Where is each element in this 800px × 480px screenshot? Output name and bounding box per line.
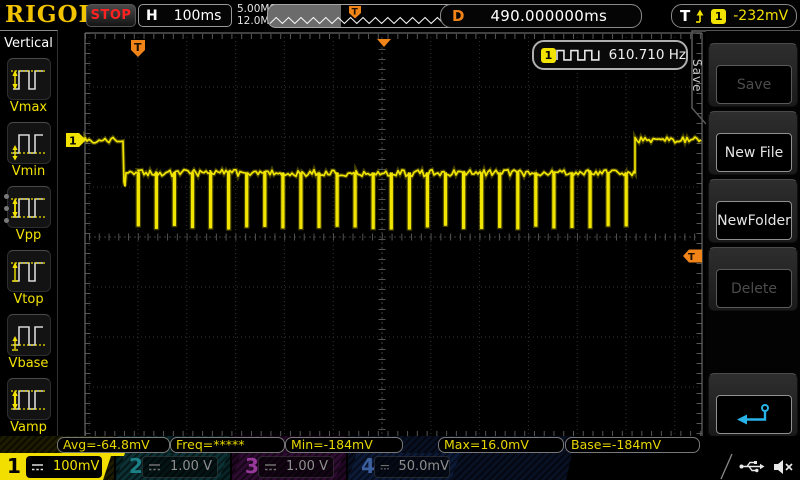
delay-center-marker — [377, 39, 391, 47]
sidebar-item-vpp[interactable]: Vpp — [7, 186, 51, 243]
usb-icon — [739, 459, 765, 474]
frequency-counter: 1 610.710 Hz — [532, 40, 688, 70]
channel-3-scale: 1.00 V — [286, 459, 328, 474]
channel-1-scale: 100mV — [53, 459, 99, 474]
dc-coupling-icon — [148, 462, 162, 472]
sidebar-title: Vertical — [0, 36, 57, 51]
sidebar-item-label: Vamp — [7, 420, 51, 435]
run-state-label: STOP — [91, 8, 132, 23]
run-state-indicator: STOP — [86, 4, 136, 27]
sidebar-item-vmax[interactable]: Vmax — [7, 58, 51, 115]
timebase-value: 100ms — [174, 8, 222, 24]
sidebar-item-vmin[interactable]: Vmin — [7, 122, 51, 179]
scope-display: 1TT — [58, 30, 705, 452]
top-status-bar: RIGOL STOP H 100ms 5.00MSa/s 12.0M pts T… — [0, 0, 800, 31]
sidebar-item-vamp[interactable]: Vamp — [7, 378, 51, 435]
menu-slot: New File — [708, 111, 798, 175]
scope-graticule-and-trace: 1TT — [58, 30, 705, 452]
svg-text:T: T — [352, 8, 359, 18]
trigger-label: T — [680, 7, 690, 25]
return-arrow-icon — [736, 402, 772, 428]
softkey-menu: Save New File NewFolder Delete — [706, 30, 800, 453]
channel-2-setting-box: 1.00 V — [142, 456, 218, 478]
bottom-status-area: Avg=-64.8mV Freq=***** Min=-184mV Max=16… — [0, 436, 800, 480]
delay-label: D — [452, 7, 464, 25]
delete-button[interactable]: Delete — [716, 269, 792, 308]
menu-slot — [708, 373, 798, 437]
measurement-base: Base=-184mV — [565, 437, 700, 453]
rigol-logo: RIGOL — [5, 1, 96, 28]
channel-2-scale: 1.00 V — [170, 459, 212, 474]
new-file-button[interactable]: New File — [716, 133, 792, 172]
channel-4-status[interactable]: 4 50.0mV — [348, 453, 460, 480]
measurement-min: Min=-184mV — [285, 437, 403, 453]
channel-1-setting-box: 100mV — [26, 456, 102, 478]
sidebar-item-label: Vbase — [7, 356, 51, 371]
trigger-level-value: -232mV — [733, 8, 788, 24]
dc-coupling-icon — [380, 462, 390, 472]
menu-slot: Save — [708, 43, 798, 107]
rising-edge-icon — [695, 9, 706, 24]
channel-4-setting-box: 50.0mV — [374, 456, 450, 478]
sidebar-item-label: Vmin — [7, 164, 51, 179]
counter-source-badge: 1 — [541, 48, 556, 63]
trigger-source-badge: 1 — [711, 9, 726, 24]
measurement-max: Max=16.0mV — [438, 437, 564, 453]
delay-box: D 490.000000ms — [440, 4, 642, 28]
sidebar-item-label: Vpp — [7, 228, 51, 243]
menu-slot: Delete — [708, 247, 798, 311]
return-button[interactable] — [716, 395, 792, 434]
channel-3-setting-box: 1.00 V — [258, 456, 334, 478]
menu-slot: NewFolder — [708, 179, 798, 243]
trigger-position-marker: T — [131, 40, 145, 57]
dc-coupling-icon — [264, 462, 278, 472]
vertical-measure-sidebar: Vertical Vmax Vmin — [0, 30, 58, 453]
vamp-icon — [9, 381, 49, 417]
vmin-icon — [9, 125, 49, 161]
vbase-icon — [9, 317, 49, 353]
sidebar-item-label: Vmax — [7, 100, 51, 115]
measurement-avg: Avg=-64.8mV — [57, 437, 170, 453]
status-icons — [724, 453, 794, 480]
channel-4-number: 4 — [361, 454, 375, 478]
svg-text:T: T — [134, 41, 142, 54]
channel-2-status[interactable]: 2 1.00 V — [116, 453, 228, 480]
channel-4-scale: 50.0mV — [398, 459, 449, 474]
channel-3-status[interactable]: 3 1.00 V — [232, 453, 344, 480]
sidebar-item-vtop[interactable]: Vtop — [7, 250, 51, 307]
channel-1-number: 1 — [7, 454, 21, 478]
preview-trigger-marker: T — [349, 6, 361, 19]
svg-text:1: 1 — [69, 135, 77, 148]
speaker-muted-icon — [773, 459, 794, 475]
sidebar-item-vbase[interactable]: Vbase — [7, 314, 51, 371]
oscilloscope-screen: RIGOL STOP H 100ms 5.00MSa/s 12.0M pts T… — [0, 0, 800, 480]
delay-value: 490.000000ms — [490, 7, 607, 25]
measurement-freq: Freq=***** — [170, 437, 285, 453]
channel-1-status[interactable]: 1 100mV — [0, 453, 112, 480]
new-folder-button[interactable]: NewFolder — [716, 201, 792, 240]
sidebar-item-label: Vtop — [7, 292, 51, 307]
vpp-icon — [9, 189, 49, 225]
trigger-box: T 1 -232mV — [671, 4, 797, 28]
timebase-label: H — [146, 8, 158, 24]
channel-2-number: 2 — [129, 454, 143, 478]
vmax-icon — [9, 61, 49, 97]
save-button[interactable]: Save — [716, 65, 792, 104]
dc-coupling-icon — [31, 462, 45, 472]
square-wave-icon — [556, 49, 602, 61]
sidebar-scroll-dots — [4, 194, 9, 230]
timebase-box: H 100ms — [138, 4, 232, 27]
vtop-icon — [9, 253, 49, 289]
channel-3-number: 3 — [245, 454, 259, 478]
menu-tab-label: Save — [688, 48, 704, 104]
counter-value: 610.710 Hz — [609, 47, 686, 63]
